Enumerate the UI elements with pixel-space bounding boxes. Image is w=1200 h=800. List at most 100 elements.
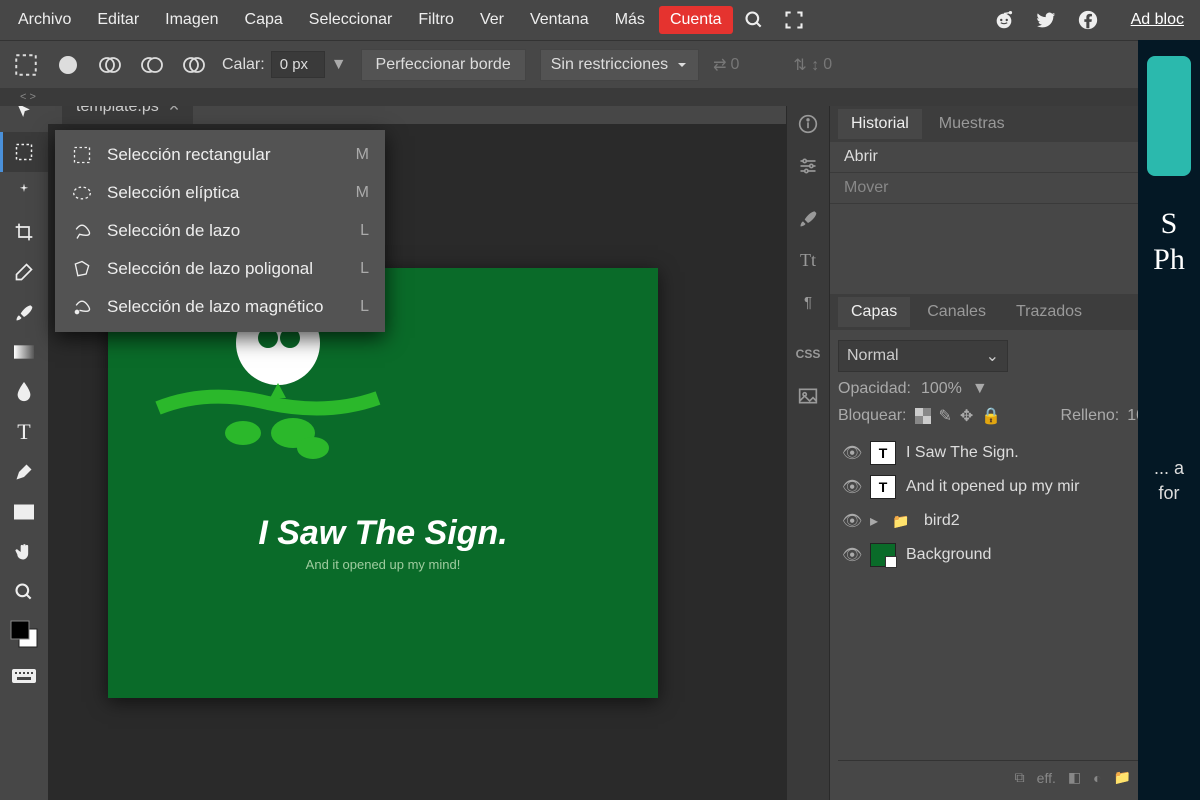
menu-editar[interactable]: Editar [85, 5, 151, 35]
menu-ventana[interactable]: Ventana [518, 5, 601, 35]
ad-sidebar: S Ph ... a for [1138, 40, 1200, 800]
lasso-icon [71, 220, 93, 242]
reddit-icon[interactable] [991, 7, 1017, 33]
h-input[interactable]: 0 [823, 56, 832, 74]
tool-palette: T [0, 88, 48, 800]
ad-text-1: S [1142, 206, 1196, 242]
color-swatches[interactable] [0, 612, 48, 656]
tab-trazados[interactable]: Trazados [1003, 297, 1095, 327]
layer-effects-icon[interactable]: eff. [1037, 770, 1056, 786]
tab-muestras[interactable]: Muestras [926, 109, 1018, 139]
opacity-value[interactable]: 100% [921, 380, 962, 398]
tool-keyboard[interactable] [0, 656, 48, 696]
context-ellipse-select[interactable]: Selección elípticaM [55, 174, 385, 212]
ad-small-2: for [1142, 483, 1196, 504]
context-poly-lasso[interactable]: Selección de lazo poligonalL [55, 250, 385, 288]
visibility-icon[interactable]: 👁 [842, 477, 860, 497]
bool-sub-icon[interactable] [138, 51, 166, 79]
lock-all-icon[interactable]: 🔒 [981, 406, 1001, 426]
tool-marquee[interactable] [0, 132, 48, 172]
tab-historial[interactable]: Historial [838, 109, 922, 139]
menu-capa[interactable]: Capa [233, 5, 295, 35]
tool-brush[interactable] [0, 292, 48, 332]
layer-mask-icon[interactable]: ◧ [1068, 769, 1081, 786]
lock-brush-icon[interactable]: ✎ [939, 406, 952, 426]
paragraph-icon[interactable]: ¶ [793, 288, 823, 316]
tool-gradient[interactable] [0, 332, 48, 372]
adjust-layer-icon[interactable]: ◐ [1093, 770, 1101, 786]
info-icon[interactable] [793, 110, 823, 138]
layer-name[interactable]: bird2 [924, 512, 960, 530]
opacity-dropdown-icon[interactable]: ▼ [972, 380, 988, 398]
layer-thumb-bg [870, 543, 896, 567]
feather-dropdown-icon[interactable]: ▼ [331, 56, 347, 74]
tool-eraser[interactable] [0, 252, 48, 292]
canvas-sub-text: And it opened up my mind! [306, 557, 461, 572]
context-magnetic-lasso[interactable]: Selección de lazo magnéticoL [55, 288, 385, 326]
tool-zoom[interactable] [0, 572, 48, 612]
lock-label: Bloquear: [838, 407, 907, 425]
w-input[interactable]: 0 [731, 56, 740, 74]
refine-edge-button[interactable]: Perfeccionar borde [361, 49, 526, 81]
context-lasso[interactable]: Selección de lazoL [55, 212, 385, 250]
css-panel-icon[interactable]: CSS [793, 340, 823, 368]
blend-mode-select[interactable]: Normal⌄ [838, 340, 1008, 372]
tool-pen[interactable] [0, 452, 48, 492]
layer-thumb-text: T [870, 475, 896, 499]
fullscreen-icon[interactable] [781, 7, 807, 33]
ad-small-1: ... a [1142, 458, 1196, 479]
menu-filtro[interactable]: Filtro [406, 5, 466, 35]
image-panel-icon[interactable] [793, 382, 823, 410]
new-folder-icon[interactable]: 📁 [1114, 769, 1131, 786]
canvas-main-text: I Saw The Sign. [258, 514, 507, 553]
bool-add-icon[interactable] [96, 51, 124, 79]
ellipse-select-icon [71, 182, 93, 204]
facebook-icon[interactable] [1075, 7, 1101, 33]
feather-input[interactable]: 0 px [271, 51, 325, 78]
bool-int-icon[interactable] [180, 51, 208, 79]
sliders-icon[interactable] [793, 152, 823, 180]
ad-block-link[interactable]: Ad bloc [1131, 11, 1184, 29]
type-panel-icon[interactable]: Tt [793, 246, 823, 274]
menu-imagen[interactable]: Imagen [153, 5, 230, 35]
menu-seleccionar[interactable]: Seleccionar [297, 5, 405, 35]
tool-blur[interactable] [0, 372, 48, 412]
visibility-icon[interactable]: 👁 [842, 511, 860, 531]
visibility-icon[interactable]: 👁 [842, 443, 860, 463]
marquee-tool-flyout: Selección rectangularM Selección elíptic… [55, 130, 385, 332]
tab-capas[interactable]: Capas [838, 297, 910, 327]
menubar: Archivo Editar Imagen Capa Seleccionar F… [0, 0, 1200, 40]
tool-wand[interactable] [0, 172, 48, 212]
visibility-icon[interactable]: 👁 [842, 545, 860, 565]
tool-crop[interactable] [0, 212, 48, 252]
rect-select-icon [71, 144, 93, 166]
lock-move-icon[interactable]: ✥ [960, 406, 973, 426]
tool-text[interactable]: T [0, 412, 48, 452]
layer-name[interactable]: And it opened up my mir [906, 478, 1079, 496]
constraint-select[interactable]: Sin restricciones [540, 49, 699, 81]
twitter-icon[interactable] [1033, 7, 1059, 33]
tool-shape[interactable] [0, 492, 48, 532]
folder-arrow-icon[interactable]: ▸ [870, 511, 878, 531]
chevron-down-icon: ⌄ [986, 346, 999, 366]
link-layers-icon[interactable]: ⧉ [1015, 769, 1025, 786]
brush-panel-icon[interactable] [793, 204, 823, 232]
lock-checker-icon[interactable] [915, 408, 931, 424]
layer-name[interactable]: Background [906, 546, 991, 564]
canvas-document[interactable]: I Saw The Sign. And it opened up my mind… [108, 268, 658, 698]
tool-hand[interactable] [0, 532, 48, 572]
search-icon[interactable] [741, 7, 767, 33]
folder-icon: 📁 [888, 509, 914, 533]
magnetic-lasso-icon [71, 296, 93, 318]
menu-ver[interactable]: Ver [468, 5, 516, 35]
menu-archivo[interactable]: Archivo [6, 5, 83, 35]
bool-new-icon[interactable] [54, 51, 82, 79]
context-rect-select[interactable]: Selección rectangularM [55, 136, 385, 174]
menu-mas[interactable]: Más [603, 5, 657, 35]
tab-canales[interactable]: Canales [914, 297, 999, 327]
marquee-icon[interactable] [12, 51, 40, 79]
swap-h-icon: ⇅ ↕ [793, 55, 819, 75]
layer-name[interactable]: I Saw The Sign. [906, 444, 1019, 462]
menu-cuenta[interactable]: Cuenta [659, 6, 733, 34]
side-strip: < > Tt ¶ CSS [786, 88, 830, 800]
